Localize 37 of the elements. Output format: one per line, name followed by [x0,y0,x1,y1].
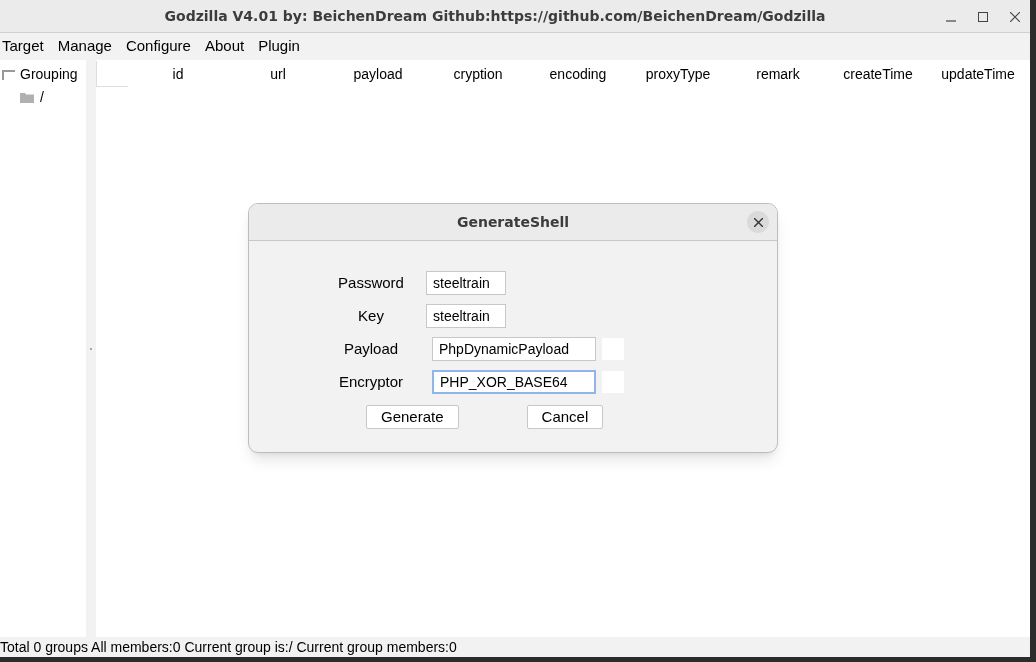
field-label: Password [337,272,405,293]
column-header[interactable]: cryption [428,63,528,85]
column-header[interactable]: remark [728,63,828,85]
text-field[interactable]: steeltrain [426,271,506,295]
maximize-icon[interactable] [978,11,988,22]
column-header[interactable]: payload [328,63,428,85]
close-icon [753,217,763,227]
column-header[interactable]: createTime [828,63,928,85]
menu-item[interactable]: Target [2,35,44,58]
column-header[interactable]: encoding [528,63,628,85]
column-header[interactable]: url [228,63,328,85]
dropdown-field[interactable]: PHP_XOR_BASE64 [432,370,596,394]
status-text: Total 0 groups All members:0 Current group is:/ Current group members:0 [0,637,457,657]
close-button[interactable] [747,211,769,233]
tree-item[interactable]: / [40,87,44,108]
tree-item[interactable]: Grouping [20,64,78,85]
close-icon[interactable] [1010,11,1020,22]
row-header-corner [96,61,128,87]
dropdown-field[interactable]: PhpDynamicPayload [432,337,596,361]
dialog-button[interactable]: Generate [366,405,459,429]
menu-item[interactable]: Manage [57,35,112,58]
menu-item[interactable]: Configure [125,35,191,58]
column-header[interactable]: id [128,63,228,85]
tree-root-icon [2,69,16,80]
column-header[interactable]: proxyType [628,63,728,85]
splitter-handle[interactable] [90,347,92,350]
dialog-button[interactable]: Cancel [526,405,604,429]
window-title: Godzilla V4.01 by: BeichenDream Github:https://github.com/BeichenDream/Godzilla [164,6,826,26]
menu-item[interactable]: About [204,35,245,58]
column-header[interactable]: updateTime [928,63,1028,85]
field-label: Payload [342,338,400,359]
field-label: Key [357,305,385,326]
menu-item[interactable]: Plugin [258,35,300,58]
text-field[interactable]: steeltrain [426,304,506,328]
dialog-title: GenerateShell [456,212,570,232]
field-label: Encryptor [337,371,405,392]
folder-icon [20,92,34,103]
